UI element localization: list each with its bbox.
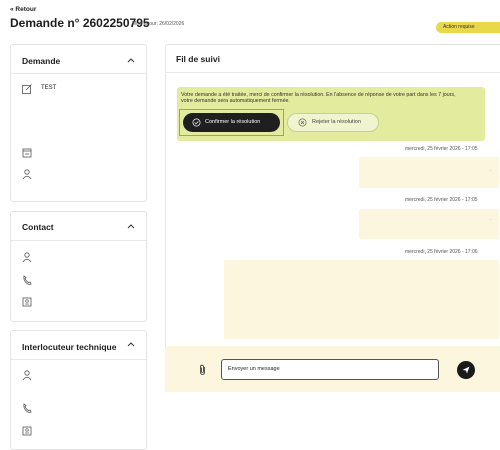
message-timestamp: mercredi, 25 février 2026 - 17:05 xyxy=(405,197,478,203)
chevron-up-icon[interactable] xyxy=(125,56,137,66)
message-timestamp: mercredi, 25 février 2026 - 17:06 xyxy=(405,249,478,255)
message-timestamp: mercredi, 25 février 2026 - 17:05 xyxy=(405,146,478,152)
reject-resolution-button[interactable]: Rejeter la résolution xyxy=(287,113,379,132)
user-icon xyxy=(22,169,32,180)
page-title: Demande n° 2602250795 xyxy=(10,16,150,30)
id-card-icon xyxy=(22,426,32,436)
close-circle-icon xyxy=(298,118,307,127)
update-note: Mise à jour: 26/02/2026 xyxy=(132,21,185,27)
message-bubble xyxy=(224,260,499,339)
contact-card-title: Contact xyxy=(22,222,54,232)
thread-title: Fil de suivi xyxy=(176,54,220,64)
edit-icon xyxy=(22,84,32,94)
inbox-icon xyxy=(22,148,32,158)
divider xyxy=(165,72,500,73)
demande-card: Demande TEST xyxy=(10,44,147,202)
paperclip-icon[interactable] xyxy=(198,364,208,376)
back-link[interactable]: « Retour xyxy=(10,6,36,13)
chevron-up-icon[interactable] xyxy=(125,340,137,350)
tech-contact-card-title: Interlocuteur technique xyxy=(22,342,117,352)
status-badge: Action requise xyxy=(436,22,500,33)
message-bubble: · xyxy=(359,157,499,188)
user-icon xyxy=(22,370,32,381)
send-button[interactable] xyxy=(457,361,475,379)
message-bubble: · xyxy=(359,209,499,239)
phone-icon xyxy=(23,275,32,285)
send-icon xyxy=(462,366,470,374)
demande-card-title: Demande xyxy=(22,56,61,66)
divider xyxy=(11,359,146,360)
id-card-icon xyxy=(22,297,32,307)
divider xyxy=(11,240,146,241)
contact-card: Contact xyxy=(10,211,147,322)
resolution-notice-text: Votre demande a été traitée, merci de co… xyxy=(181,92,456,104)
user-icon xyxy=(22,252,32,263)
chevron-up-icon[interactable] xyxy=(125,222,137,232)
demande-subject: TEST xyxy=(41,85,57,91)
phone-icon xyxy=(23,403,32,413)
confirm-highlight-frame xyxy=(179,109,284,136)
reject-resolution-label: Rejeter la résolution xyxy=(312,119,361,125)
divider xyxy=(11,73,146,74)
message-input[interactable]: Envoyer un message xyxy=(221,359,439,380)
tech-contact-card: Interlocuteur technique xyxy=(10,330,147,450)
